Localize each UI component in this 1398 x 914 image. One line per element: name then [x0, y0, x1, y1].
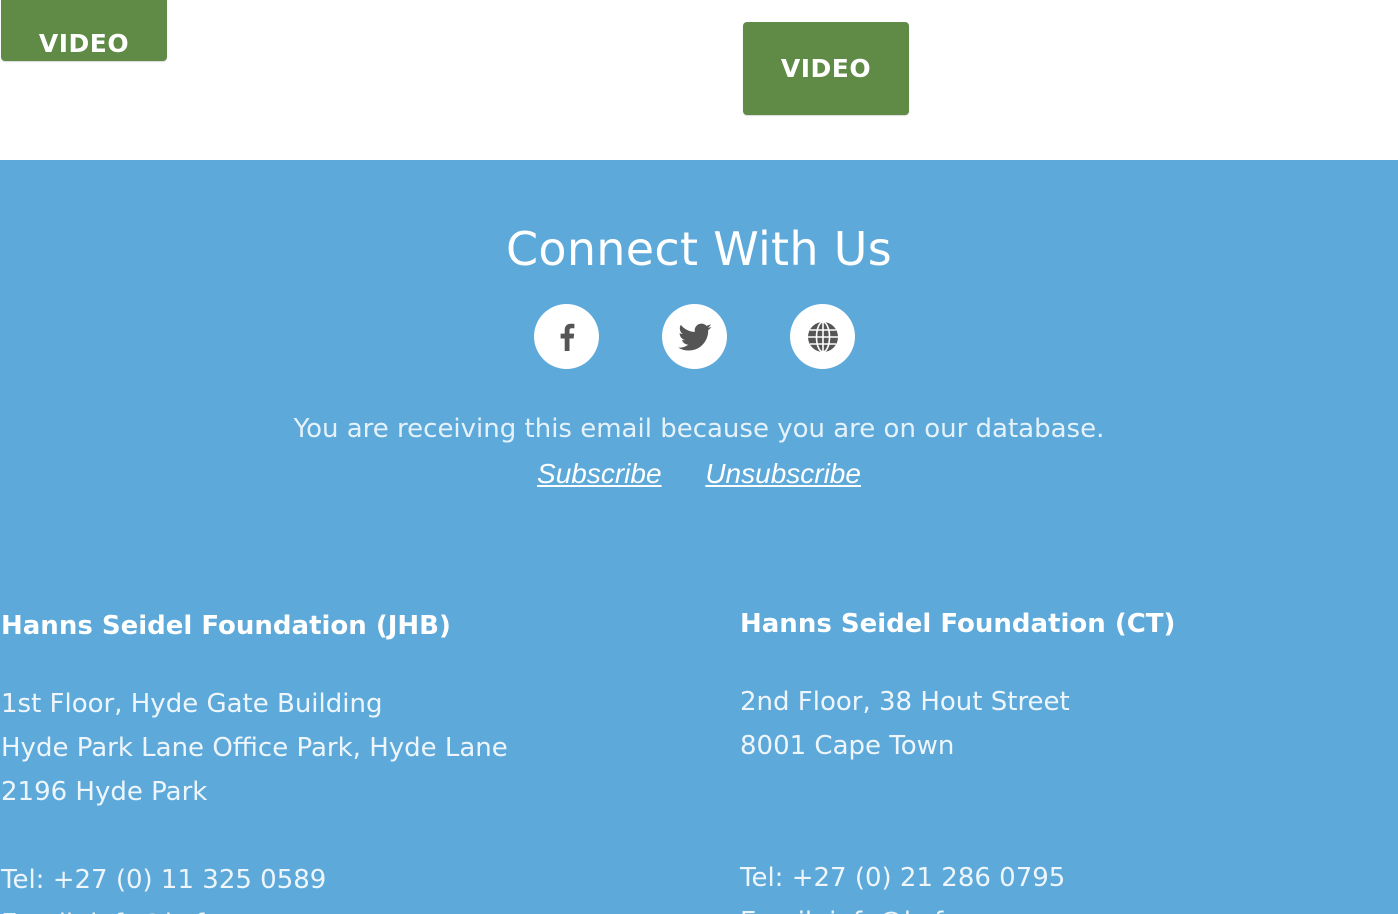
footer: Connect With Us You are receiving this e…	[0, 160, 1398, 914]
twitter-icon[interactable]	[662, 304, 727, 369]
office-jhb-address-line3: 2196 Hyde Park	[1, 777, 208, 807]
office-ct: Hanns Seidel Foundation (CT) 2nd Floor, …	[740, 606, 1380, 914]
video-buttons-area: VIDEO VIDEO	[0, 0, 1398, 160]
video-button-right[interactable]: VIDEO	[743, 22, 909, 115]
social-links	[0, 304, 1398, 370]
connect-title: Connect With Us	[505, 222, 893, 276]
facebook-icon[interactable]	[534, 304, 599, 369]
office-ct-address: 2nd Floor, 38 Hout Street 8001 Cape Town	[740, 680, 1380, 768]
office-jhb-address: 1st Floor, Hyde Gate Building Hyde Park …	[1, 682, 641, 814]
office-ct-address-line2: 8001 Cape Town	[740, 731, 955, 761]
office-jhb-email[interactable]: Email: info@hsf.co.za	[1, 902, 641, 914]
office-ct-tel: Tel: +27 (0) 21 286 0795	[740, 863, 1066, 893]
office-jhb-tel: Tel: +27 (0) 11 325 0589	[1, 865, 327, 895]
database-notice: You are receiving this email because you…	[293, 414, 1105, 444]
subscribe-link[interactable]: Subscribe	[537, 458, 662, 489]
unsubscribe-link[interactable]: Unsubscribe	[705, 458, 861, 489]
office-jhb-name: Hanns Seidel Foundation (JHB)	[1, 611, 451, 641]
office-jhb: Hanns Seidel Foundation (JHB) 1st Floor,…	[1, 608, 641, 914]
office-ct-email[interactable]: Email: info@hsf.co.za	[740, 900, 1380, 914]
email-page: VIDEO VIDEO Connect With Us You are rece…	[0, 0, 1398, 914]
globe-icon[interactable]	[790, 304, 855, 369]
subscription-links: Subscribe Unsubscribe	[0, 458, 1398, 490]
video-button-right-label: VIDEO	[780, 54, 872, 83]
video-button-left[interactable]: VIDEO	[1, 0, 167, 61]
video-button-left-label: VIDEO	[38, 29, 130, 58]
office-ct-name: Hanns Seidel Foundation (CT)	[740, 609, 1176, 639]
office-ct-address-line1: 2nd Floor, 38 Hout Street	[740, 687, 1070, 717]
office-jhb-address-line2: Hyde Park Lane Office Park, Hyde Lane	[1, 733, 508, 763]
office-jhb-address-line1: 1st Floor, Hyde Gate Building	[1, 689, 383, 719]
